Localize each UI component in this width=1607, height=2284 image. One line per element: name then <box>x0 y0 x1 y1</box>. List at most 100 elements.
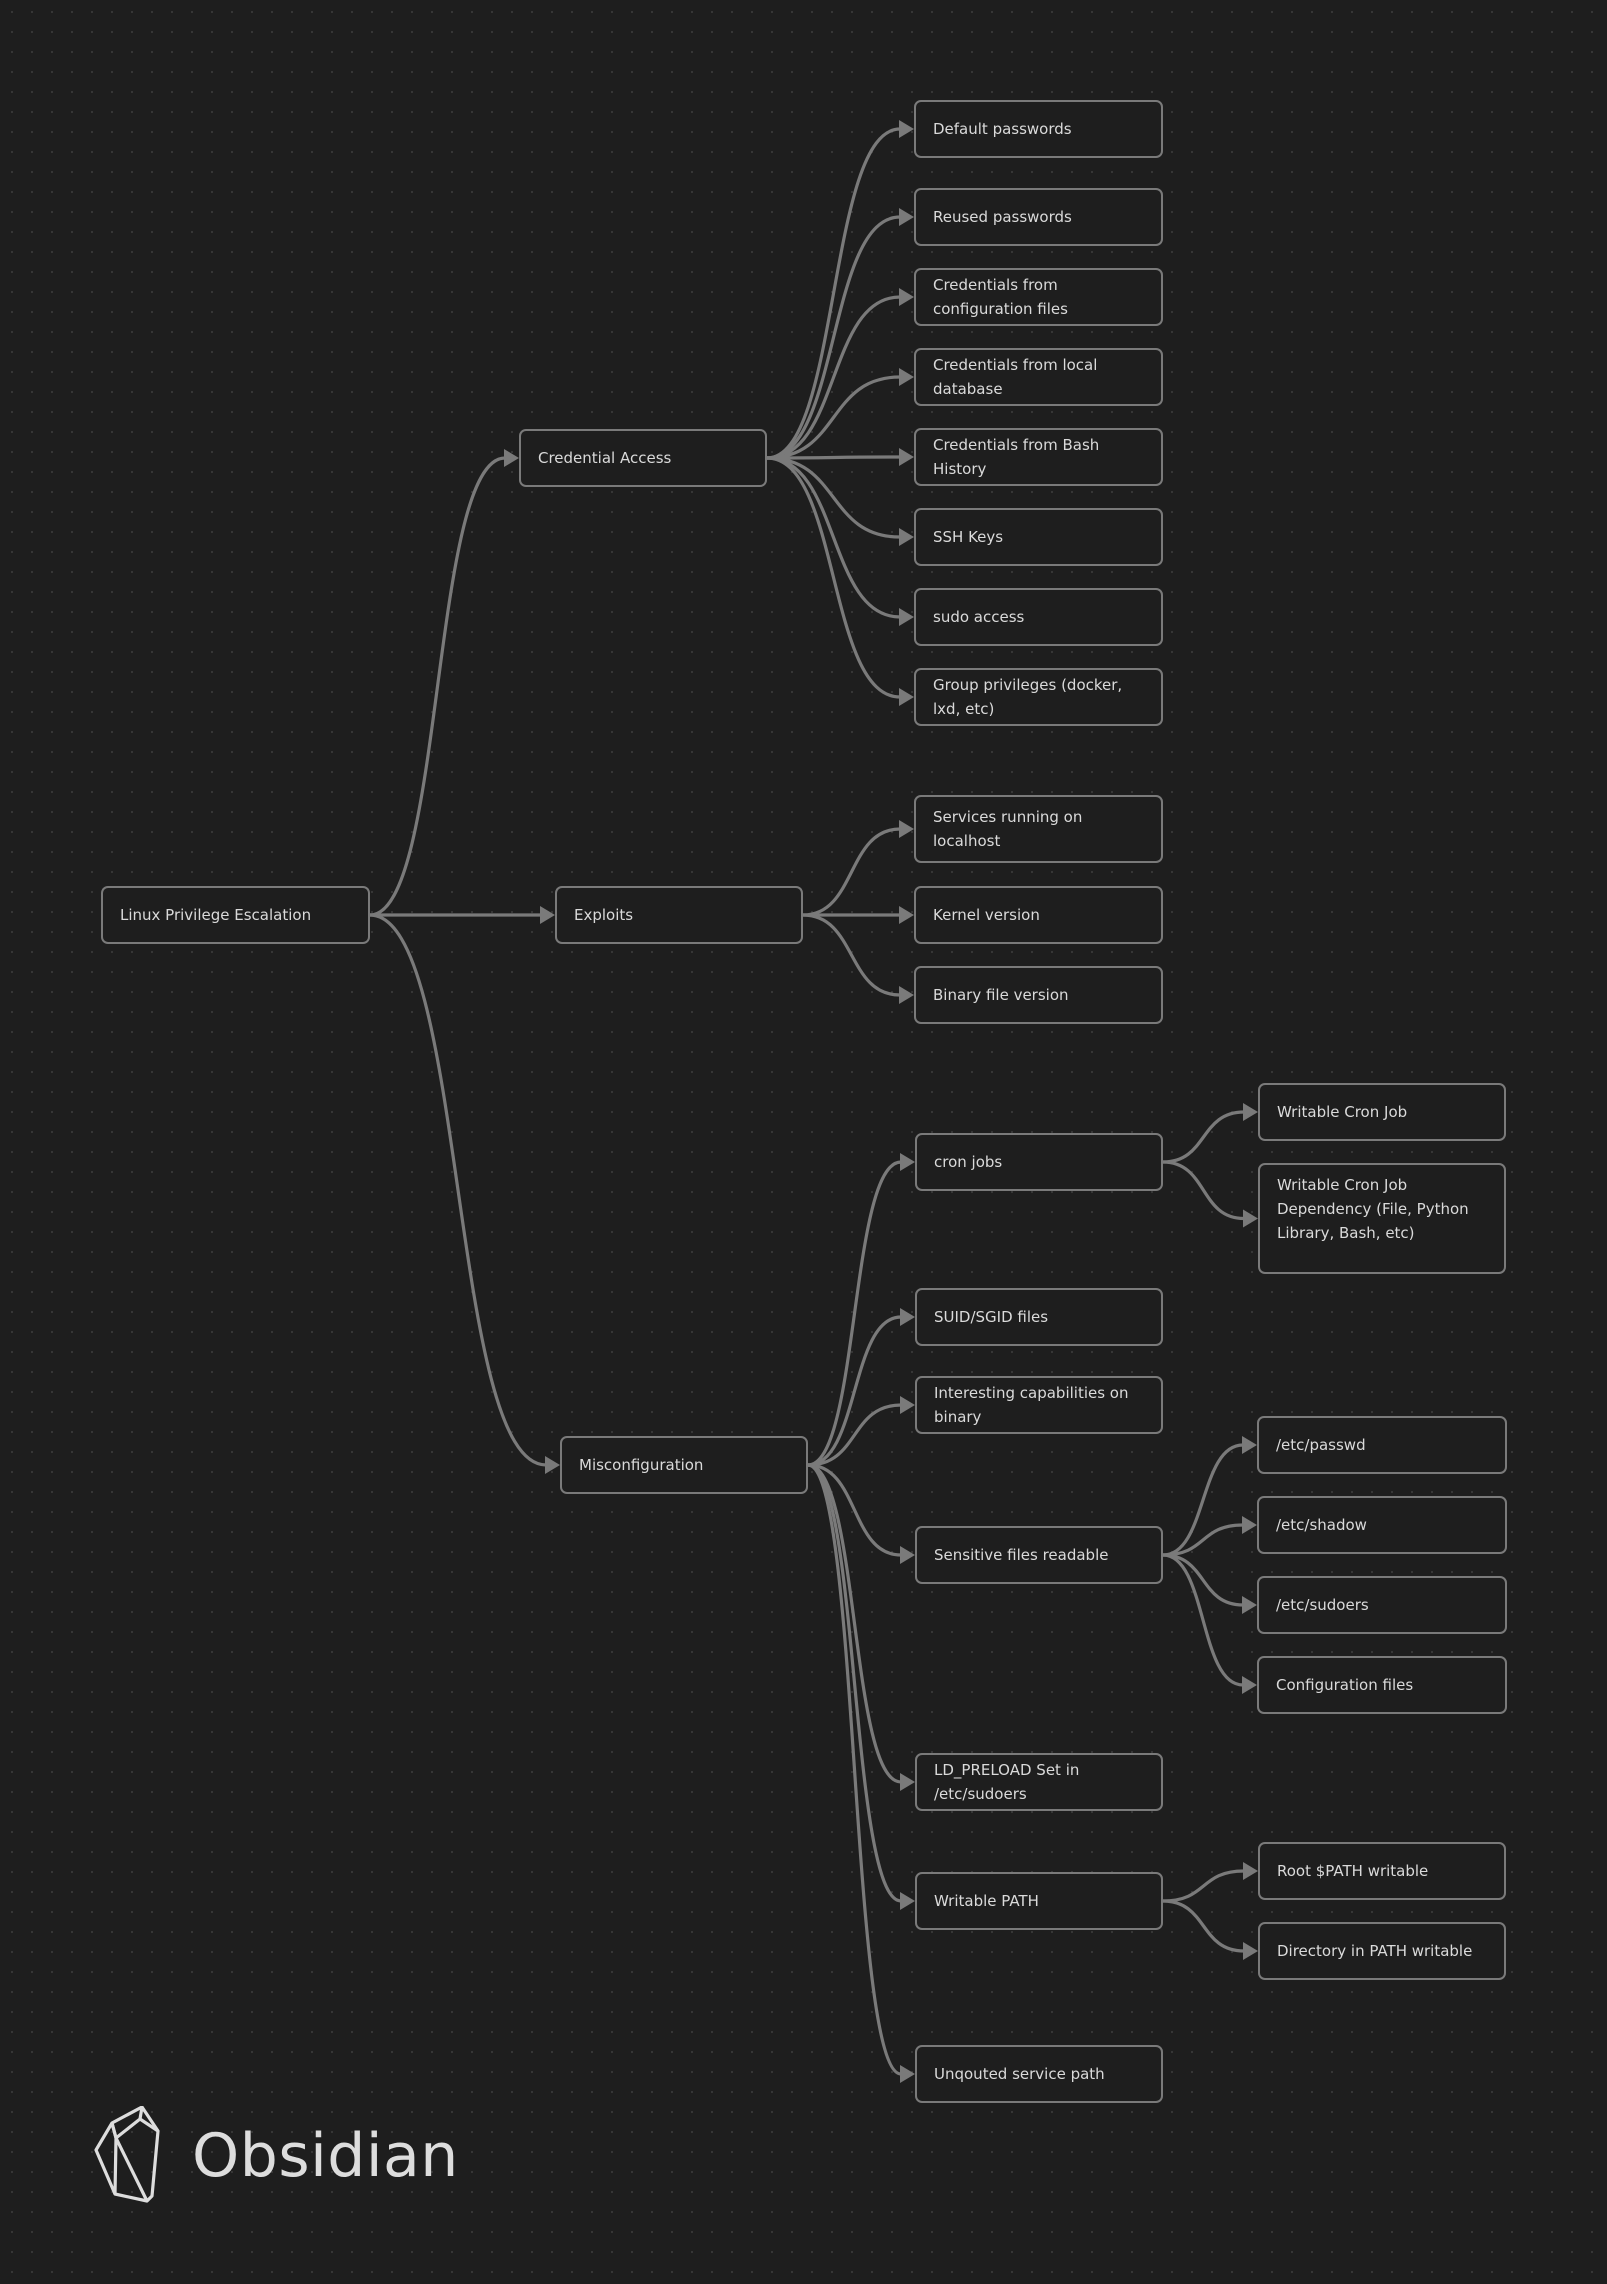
node-credential-access[interactable]: Credential Access <box>519 429 767 487</box>
node-credentials-local-database[interactable]: Credentials from local database <box>914 348 1163 406</box>
obsidian-logo: Obsidian <box>94 2106 459 2206</box>
node-directory-in-path-writable[interactable]: Directory in PATH writable <box>1258 1922 1506 1980</box>
edge-misconf-m2[interactable] <box>807 1315 902 1467</box>
edge-root-cred[interactable] <box>369 456 506 917</box>
edge-cred-c3[interactable] <box>766 295 901 460</box>
node-label: Group privileges (docker, lxd, etc) <box>933 676 1123 718</box>
edge-exploits-e3[interactable] <box>802 913 901 997</box>
node-root-path-writable[interactable]: Root $PATH writable <box>1258 1842 1506 1900</box>
node-etc-passwd[interactable]: /etc/passwd <box>1257 1416 1507 1474</box>
edge-misconf-m1[interactable] <box>807 1160 902 1467</box>
edge-m6-m6b[interactable] <box>1162 1899 1245 1953</box>
node-label: Credentials from Bash History <box>933 436 1100 478</box>
arrowhead-c6 <box>899 528 914 546</box>
arrowhead-m3 <box>900 1396 915 1414</box>
edge-cred-c2[interactable] <box>766 215 901 460</box>
node-binary-file-version[interactable]: Binary file version <box>914 966 1163 1024</box>
node-label: Root $PATH writable <box>1277 1862 1429 1880</box>
node-ssh-keys[interactable]: SSH Keys <box>914 508 1163 566</box>
node-label: Credentials from configuration files <box>933 276 1068 318</box>
node-label: Writable Cron Job Dependency (File, Pyth… <box>1277 1176 1469 1242</box>
node-label: /etc/shadow <box>1276 1516 1367 1534</box>
arrowhead-m4 <box>900 1546 915 1564</box>
node-reused-passwords[interactable]: Reused passwords <box>914 188 1163 246</box>
edge-cred-c6[interactable] <box>766 456 901 539</box>
node-label: sudo access <box>933 608 1025 626</box>
arrowhead-m6a <box>1243 1862 1258 1880</box>
edge-misconf-m7[interactable] <box>807 1463 902 2076</box>
obsidian-crystal-icon <box>94 2106 160 2203</box>
edge-root-misconf[interactable] <box>369 913 547 1467</box>
arrowhead-m1b <box>1243 1209 1258 1228</box>
arrowhead-c5 <box>899 448 914 466</box>
node-ld-preload[interactable]: LD_PRELOAD Set in /etc/sudoers <box>915 1753 1163 1811</box>
node-label: Linux Privilege Escalation <box>120 906 312 924</box>
node-label: Unqouted service path <box>934 2065 1105 2083</box>
edge-cred-c8[interactable] <box>766 456 901 699</box>
node-exploits[interactable]: Exploits <box>555 886 803 944</box>
node-misconfiguration[interactable]: Misconfiguration <box>560 1436 808 1494</box>
node-kernel-version[interactable]: Kernel version <box>914 886 1163 944</box>
node-label: Reused passwords <box>933 208 1072 226</box>
node-configuration-files[interactable]: Configuration files <box>1257 1656 1507 1714</box>
arrowhead-e2 <box>899 906 914 924</box>
node-label: Exploits <box>574 906 634 924</box>
edge-m1-m1a[interactable] <box>1162 1110 1245 1164</box>
node-label: Interesting capabilities on binary <box>934 1384 1129 1426</box>
node-linux-privilege-escalation[interactable]: Linux Privilege Escalation <box>101 886 370 944</box>
node-group-privileges[interactable]: Group privileges (docker, lxd, etc) <box>914 668 1163 726</box>
arrowhead-exploits <box>540 906 555 924</box>
node-cron-jobs[interactable]: cron jobs <box>915 1133 1163 1191</box>
node-services-localhost[interactable]: Services running on localhost <box>914 795 1163 863</box>
node-label: Binary file version <box>933 986 1069 1004</box>
node-credentials-config-files[interactable]: Credentials from configuration files <box>914 268 1163 326</box>
node-label: Misconfiguration <box>579 1456 704 1474</box>
arrowhead-cred <box>504 449 519 467</box>
node-label: LD_PRELOAD Set in /etc/sudoers <box>934 1761 1080 1803</box>
arrowhead-c1 <box>899 120 914 138</box>
node-label: SSH Keys <box>933 528 1004 546</box>
arrowhead-c4 <box>899 368 914 386</box>
arrowhead-c8 <box>899 688 914 706</box>
edge-cred-c1[interactable] <box>766 127 901 460</box>
arrowhead-e3 <box>899 986 914 1004</box>
edge-cred-c7[interactable] <box>766 456 901 619</box>
node-label: Credentials from local database <box>933 356 1098 398</box>
edge-cred-c5[interactable] <box>766 455 901 460</box>
node-label: cron jobs <box>934 1153 1003 1171</box>
node-label: Directory in PATH writable <box>1277 1942 1473 1960</box>
node-sensitive-files-readable[interactable]: Sensitive files readable <box>915 1526 1163 1584</box>
arrowhead-c3 <box>899 288 914 306</box>
arrowhead-m4b <box>1242 1516 1257 1534</box>
node-unquoted-service-path[interactable]: Unqouted service path <box>915 2045 1163 2103</box>
edge-m6-m6a[interactable] <box>1162 1869 1245 1903</box>
arrowhead-m7 <box>900 2065 915 2083</box>
node-writable-cron-job[interactable]: Writable Cron Job <box>1258 1083 1506 1141</box>
node-label: Configuration files <box>1276 1676 1414 1694</box>
arrowhead-c2 <box>899 208 914 226</box>
node-writable-cron-job-dependency[interactable]: Writable Cron Job Dependency (File, Pyth… <box>1258 1163 1506 1274</box>
node-interesting-capabilities[interactable]: Interesting capabilities on binary <box>915 1376 1163 1434</box>
edge-m1-m1b[interactable] <box>1162 1160 1245 1221</box>
node-etc-shadow[interactable]: /etc/shadow <box>1257 1496 1507 1554</box>
node-suid-sgid-files[interactable]: SUID/SGID files <box>915 1288 1163 1346</box>
arrowhead-m4d <box>1242 1676 1257 1694</box>
node-default-passwords[interactable]: Default passwords <box>914 100 1163 158</box>
edge-m4-m4d[interactable] <box>1162 1553 1244 1687</box>
node-credentials-bash-history[interactable]: Credentials from Bash History <box>914 428 1163 486</box>
edge-exploits-e1[interactable] <box>802 827 901 917</box>
node-etc-sudoers[interactable]: /etc/sudoers <box>1257 1576 1507 1634</box>
arrowhead-m5 <box>900 1773 915 1791</box>
node-label: Credential Access <box>538 449 672 467</box>
arrowhead-m4a <box>1242 1436 1257 1454</box>
edge-m4-m4c[interactable] <box>1162 1553 1244 1607</box>
logo-text: Obsidian <box>192 2121 459 2191</box>
arrowhead-m6b <box>1243 1942 1258 1960</box>
arrowhead-m2 <box>900 1308 915 1326</box>
node-sudo-access[interactable]: sudo access <box>914 588 1163 646</box>
arrowhead-m1a <box>1243 1103 1258 1121</box>
canvas[interactable]: Linux Privilege Escalation Credential Ac… <box>0 0 1607 2284</box>
edge-misconf-m6[interactable] <box>807 1463 902 1903</box>
node-label: Writable PATH <box>934 1892 1039 1910</box>
node-writable-path[interactable]: Writable PATH <box>915 1872 1163 1930</box>
